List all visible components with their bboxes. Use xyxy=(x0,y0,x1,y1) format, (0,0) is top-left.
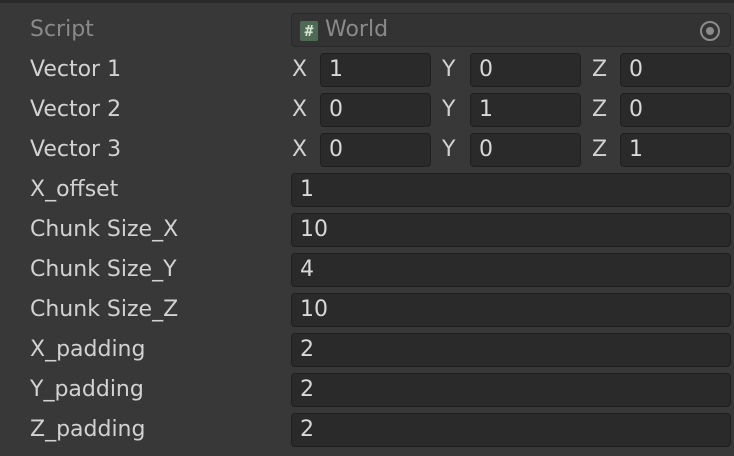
x-offset-row: X_offset 1 xyxy=(0,170,734,210)
vector-1-x-axis-label: X xyxy=(292,57,308,82)
chunk-size-z-label: Chunk Size_Z xyxy=(30,297,179,322)
vector-2-x-axis-label: X xyxy=(292,97,308,122)
vector-2-row: Vector 2 X 0 Y 1 Z 0 xyxy=(0,90,734,130)
vector-1-x-field[interactable]: 1 xyxy=(320,53,431,87)
vector-3-y-axis-label: Y xyxy=(442,137,456,162)
vector-1-z-axis-label: Z xyxy=(592,57,608,82)
x-offset-label: X_offset xyxy=(30,177,119,202)
vector-3-row: Vector 3 X 0 Y 0 Z 1 xyxy=(0,130,734,170)
x-padding-row: X_padding 2 xyxy=(0,330,734,370)
y-padding-field[interactable]: 2 xyxy=(291,373,731,407)
x-padding-label: X_padding xyxy=(30,337,146,362)
object-picker-icon[interactable] xyxy=(700,21,720,41)
vector-3-x-field[interactable]: 0 xyxy=(320,133,431,167)
vector-1-label: Vector 1 xyxy=(30,57,122,82)
vector-2-z-field[interactable]: 0 xyxy=(620,93,731,127)
vector-2-z-axis-label: Z xyxy=(592,97,608,122)
script-label: Script xyxy=(30,17,94,42)
z-padding-row: Z_padding 2 xyxy=(0,410,734,450)
vector-2-y-axis-label: Y xyxy=(442,97,456,122)
chunk-size-x-field[interactable]: 10 xyxy=(291,213,731,247)
chunk-size-y-label: Chunk Size_Y xyxy=(30,257,177,282)
chunk-size-x-label: Chunk Size_X xyxy=(30,217,179,242)
script-name: World xyxy=(325,17,389,42)
y-padding-row: Y_padding 2 xyxy=(0,370,734,410)
vector-1-z-field[interactable]: 0 xyxy=(620,53,731,87)
x-offset-field[interactable]: 1 xyxy=(291,173,731,207)
y-padding-label: Y_padding xyxy=(30,377,144,402)
x-padding-field[interactable]: 2 xyxy=(291,333,731,367)
script-row: Script # World xyxy=(0,10,734,50)
vector-2-y-field[interactable]: 1 xyxy=(470,93,581,127)
vector-2-label: Vector 2 xyxy=(30,97,122,122)
vector-3-x-axis-label: X xyxy=(292,137,308,162)
vector-1-y-field[interactable]: 0 xyxy=(470,53,581,87)
z-padding-label: Z_padding xyxy=(30,417,146,442)
vector-3-label: Vector 3 xyxy=(30,137,122,162)
chunk-size-z-row: Chunk Size_Z 10 xyxy=(0,290,734,330)
vector-3-z-field[interactable]: 1 xyxy=(620,133,731,167)
vector-1-y-axis-label: Y xyxy=(442,57,456,82)
vector-1-row: Vector 1 X 1 Y 0 Z 0 xyxy=(0,50,734,90)
chunk-size-z-field[interactable]: 10 xyxy=(291,293,731,327)
script-object-field[interactable]: # World xyxy=(291,13,731,47)
vector-3-y-field[interactable]: 0 xyxy=(470,133,581,167)
chunk-size-y-row: Chunk Size_Y 4 xyxy=(0,250,734,290)
inspector-panel: Script # World Vector 1 X 1 Y 0 Z 0 Vect… xyxy=(0,0,734,456)
vector-2-x-field[interactable]: 0 xyxy=(320,93,431,127)
chunk-size-x-row: Chunk Size_X 10 xyxy=(0,210,734,250)
csharp-script-icon: # xyxy=(300,21,318,41)
chunk-size-y-field[interactable]: 4 xyxy=(291,253,731,287)
z-padding-field[interactable]: 2 xyxy=(291,413,731,447)
vector-3-z-axis-label: Z xyxy=(592,137,608,162)
